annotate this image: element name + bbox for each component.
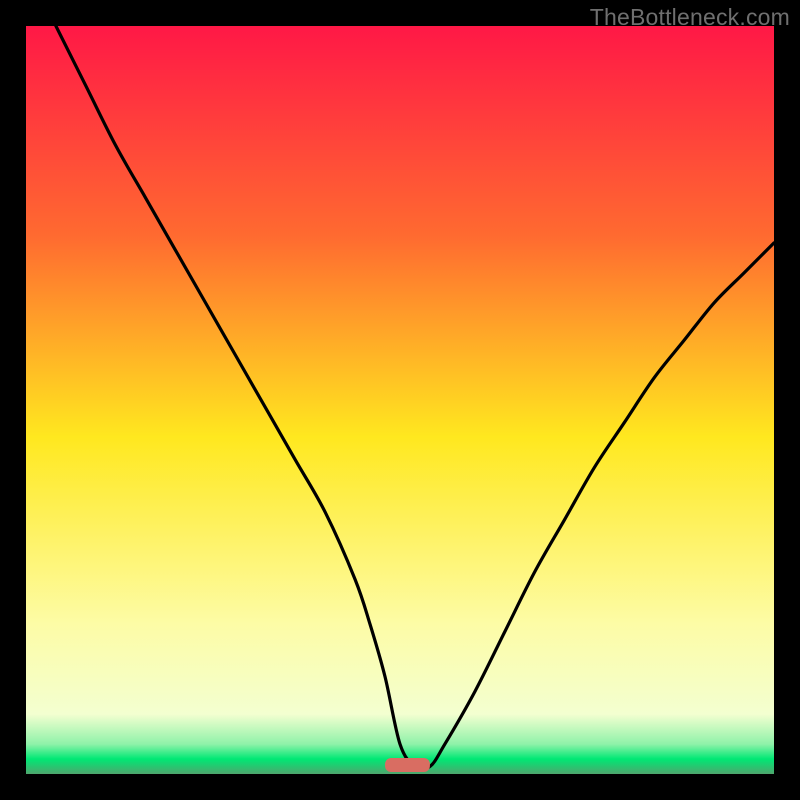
- chart-frame: TheBottleneck.com: [0, 0, 800, 800]
- bottleneck-chart: [26, 26, 774, 774]
- watermark-text: TheBottleneck.com: [590, 4, 790, 31]
- plot-area: [26, 26, 774, 774]
- optimal-zone-marker: [385, 758, 430, 772]
- gradient-background: [26, 26, 774, 774]
